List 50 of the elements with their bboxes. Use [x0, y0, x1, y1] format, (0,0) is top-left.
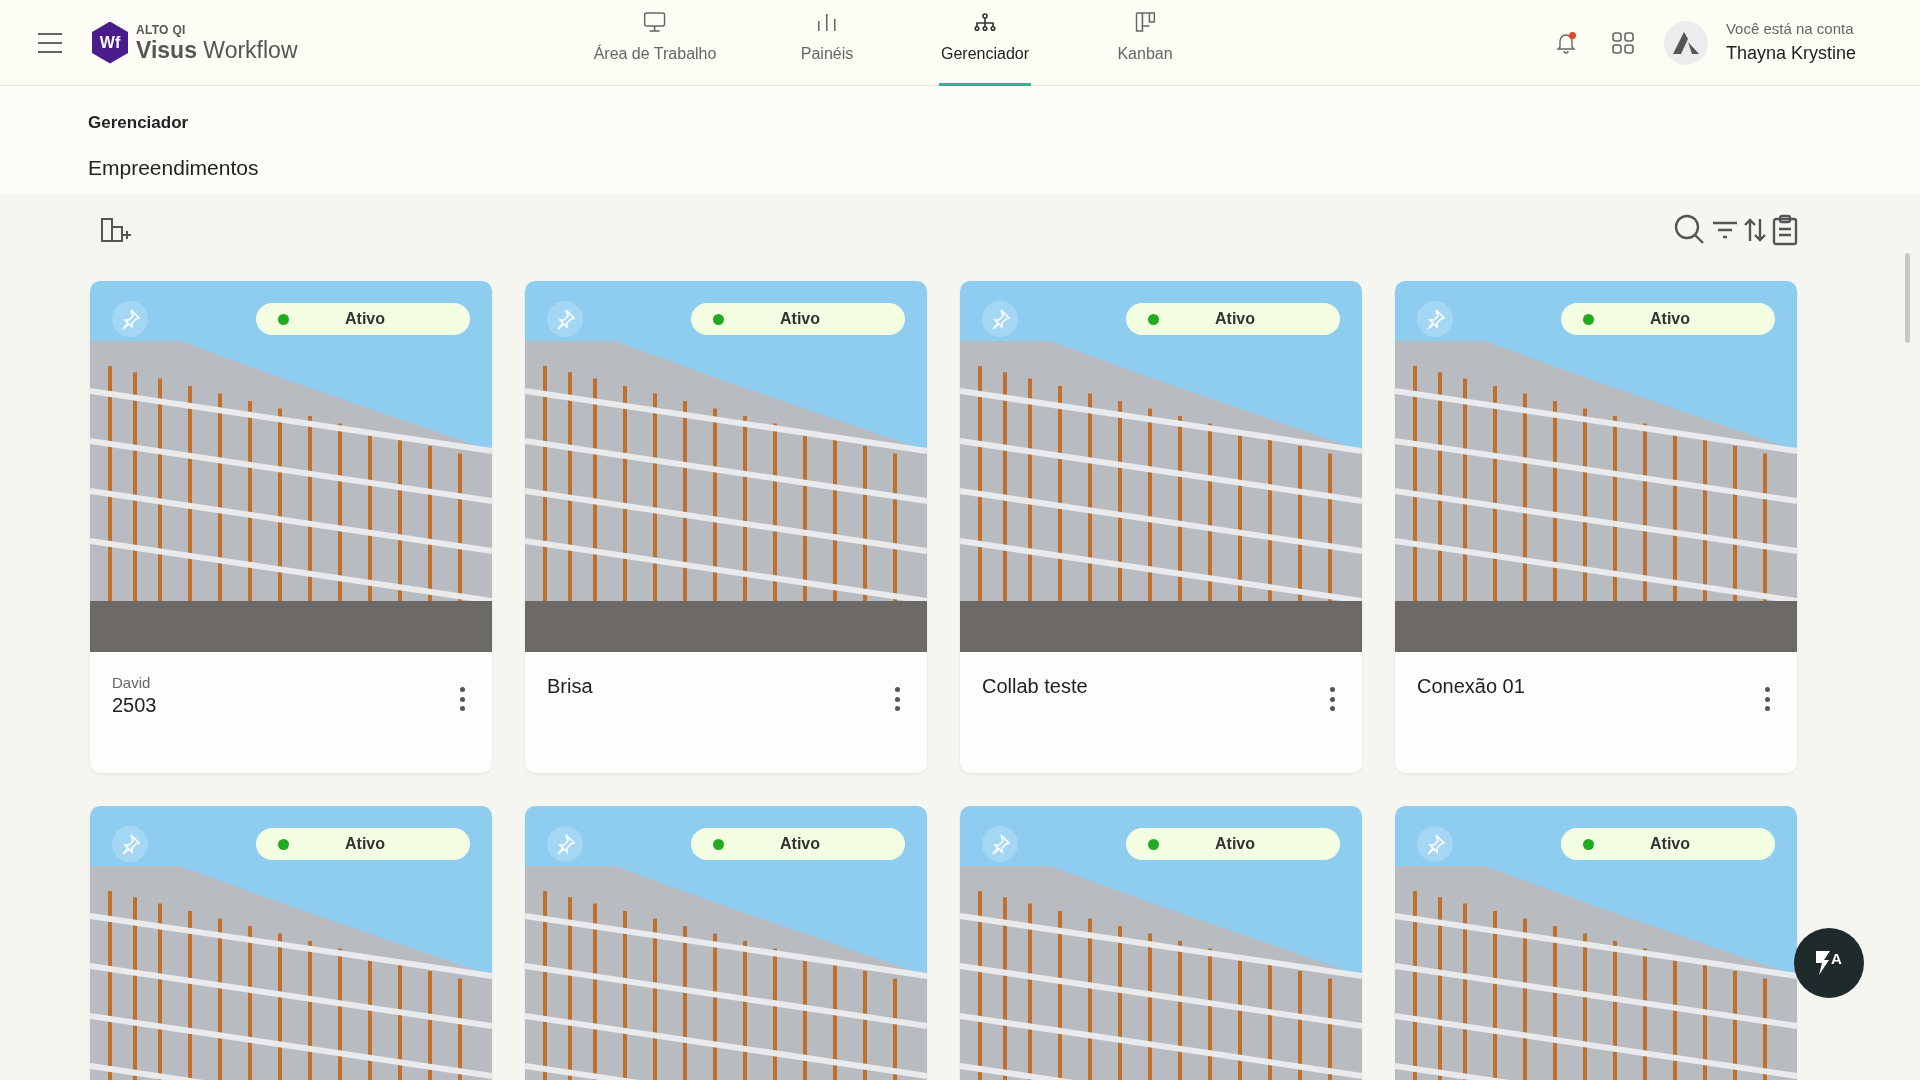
clipboard-icon[interactable] [1772, 214, 1798, 246]
project-card[interactable]: Ativo [525, 806, 927, 1080]
status-label: Ativo [780, 834, 820, 854]
notification-bell-icon[interactable] [1555, 31, 1576, 54]
breadcrumb: Gerenciador [88, 112, 190, 134]
status-label: Ativo [1215, 834, 1255, 854]
brand-name: Visus Workflow [136, 38, 298, 62]
project-card[interactable]: Ativo David 2503 [90, 281, 492, 773]
status-label: Ativo [1215, 309, 1255, 329]
project-name: Conexão 01 [1417, 674, 1525, 699]
logo-badge: Wf [92, 21, 128, 64]
project-name: Brisa [547, 674, 593, 699]
more-options-icon[interactable] [460, 687, 466, 711]
project-card[interactable]: Ativo Conexão 01 [1395, 281, 1797, 773]
hierarchy-icon [974, 12, 996, 32]
page-title: Empreendimentos [88, 154, 260, 181]
nav-tab[interactable]: Área de Trabalho [591, 0, 719, 86]
sort-icon[interactable] [1744, 217, 1766, 243]
project-card[interactable]: Ativo Collab teste [960, 281, 1362, 773]
add-project-icon[interactable] [100, 217, 134, 243]
more-options-icon[interactable] [1765, 687, 1771, 711]
search-icon[interactable] [1674, 214, 1706, 246]
nav-tab[interactable]: Kanban [1115, 0, 1175, 86]
status-label: Ativo [1650, 834, 1690, 854]
status-label: Ativo [345, 834, 385, 854]
project-name: 2503 [112, 692, 157, 718]
apps-grid-icon[interactable] [1611, 31, 1634, 54]
project-name: Collab teste [982, 674, 1088, 699]
more-options-icon[interactable] [895, 687, 901, 711]
bar-chart-icon [817, 12, 837, 32]
project-card[interactable]: Ativo [960, 806, 1362, 1080]
menu-icon[interactable] [38, 32, 62, 53]
brand-caption: ALTO QI [136, 23, 187, 36]
more-options-icon[interactable] [1330, 687, 1336, 711]
project-card[interactable]: Ativo [90, 806, 492, 1080]
filter-icon[interactable] [1712, 220, 1738, 240]
lightning-icon [1816, 951, 1831, 975]
nav-tab[interactable]: Gerenciador [939, 0, 1031, 86]
status-label: Ativo [1650, 309, 1690, 329]
project-card[interactable]: Ativo Brisa [525, 281, 927, 773]
scrollbar[interactable] [1905, 253, 1910, 343]
project-owner: David [112, 674, 152, 693]
nav-tab[interactable]: Painéis [798, 0, 856, 86]
monitor-icon [644, 12, 666, 32]
project-card[interactable]: Ativo [1395, 806, 1797, 1080]
account-name: Thayna Krystine [1725, 42, 1856, 66]
status-label: Ativo [780, 309, 820, 329]
kanban-board-icon [1135, 12, 1155, 32]
status-label: Ativo [345, 309, 385, 329]
account-caption: Você está na conta [1725, 18, 1855, 39]
